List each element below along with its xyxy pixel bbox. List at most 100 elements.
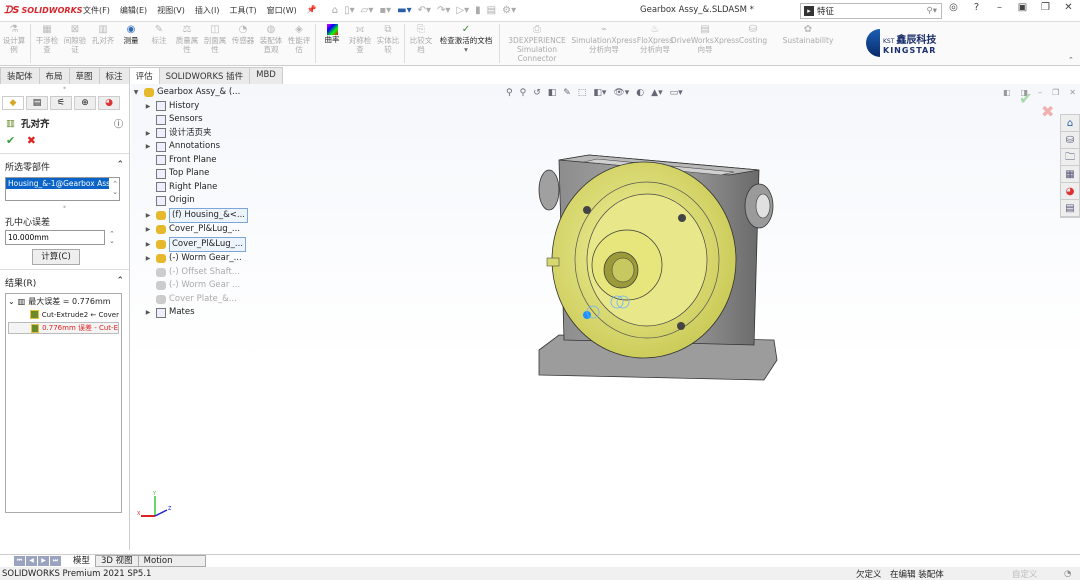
viewport-minimize-icon[interactable]: – [1038,88,1042,97]
tab-evaluate[interactable]: 评估 [128,67,160,84]
prev-tab-icon[interactable]: ◀ [26,556,37,566]
search-box[interactable]: ▸ 特征 ⚲▾ [800,3,942,19]
rebuild-icon[interactable]: ▮ [475,5,481,16]
result-item[interactable]: Cut-Extrude2 ← Cover [8,310,119,319]
tree-item[interactable]: ▶ History [131,100,248,114]
tab-addins[interactable]: SOLIDWORKS 插件 [158,67,251,84]
tree-item[interactable]: Origin [131,194,248,208]
results-header[interactable]: 结果(R) ⌃ [0,269,129,291]
3dx-simulation-button[interactable]: ⎙ 3DEXPERIENCE Simulation Connector [502,22,572,65]
redo-icon[interactable]: ↷▾ [437,5,450,16]
confirm-corner-cancel-icon[interactable]: ✖ [1041,102,1054,121]
display-style-icon[interactable]: ◧▾ [593,88,606,98]
last-tab-icon[interactable]: ⏭ [50,556,61,566]
compare-docs-button[interactable]: ⎘ 比较文档 [407,22,435,65]
gearbox-model[interactable] [529,150,789,390]
design-study-button[interactable]: ⚗ 设计算例 [0,22,28,65]
search-icon[interactable]: ⚲▾ [927,6,938,16]
view-settings-icon[interactable]: ▭▾ [670,88,683,98]
expand-arrow-icon[interactable]: ▼ [131,86,141,100]
rebuild-status-icon[interactable]: ◔ [1064,569,1071,579]
viewport-close-icon[interactable]: ✕ [1069,88,1076,97]
result-max-error[interactable]: ⌄ ▥ 最大误差 = 0.776mm [8,296,119,307]
expand-arrow-icon[interactable]: ▶ [143,252,153,266]
costing-button[interactable]: ⛁ Costing [736,22,770,65]
section-properties-button[interactable]: ◫ 剖面属性 [201,22,229,65]
search-input[interactable]: 特征 [817,5,834,17]
mass-properties-button[interactable]: ⚖ 质量属性 [173,22,201,65]
collapse-icon[interactable]: ⌃ [116,160,124,173]
tolerance-spinner[interactable]: ⌃ ⌄ [109,230,115,245]
calculate-button[interactable]: 计算(C) [32,249,80,265]
section-view-icon[interactable]: ◧ [548,88,557,98]
minimize-button[interactable]: – [988,2,1011,13]
list-scroll-arrows[interactable]: ⌃ ⌄ [112,180,118,196]
measure-button[interactable]: ◉ 测量 [117,22,145,65]
tree-item[interactable]: (-) Worm Gear ... [131,279,248,293]
floxpress-button[interactable]: ♨ FloXpress 分析向导 [636,22,674,65]
panel-splitter[interactable]: • [0,84,129,96]
tree-item[interactable]: Top Plane [131,167,248,181]
restore-button[interactable]: ❐ [1034,2,1057,13]
first-tab-icon[interactable]: ⏮ [14,556,25,566]
expand-arrow-icon[interactable]: ▶ [143,209,153,223]
tab-model[interactable]: 模型 [67,555,97,567]
appearances-icon[interactable]: ◕ [1061,183,1079,200]
open-icon[interactable]: ▱▾ [361,5,374,16]
expand-arrow-icon[interactable]: ▶ [143,223,153,237]
tree-item[interactable]: ▶ (-) Worm Gear_... [131,252,248,266]
tree-item[interactable]: ▶ Cover_Pl&Lug_... [131,223,248,237]
search-scope-icon[interactable]: ▸ [804,6,814,16]
simxpress-button[interactable]: ⌁ SimulationXpress 分析向导 [571,22,636,65]
check-doc-button[interactable]: ✓ 检查激活的文档 ▾ [435,22,497,65]
menu-edit[interactable]: 编辑(E) [115,5,152,16]
tree-item[interactable]: Front Plane [131,154,248,168]
expand-arrow-icon[interactable]: ▶ [143,306,153,320]
units-selector[interactable]: 自定义 [1012,568,1038,580]
tree-item[interactable]: ▶ Annotations [131,140,248,154]
file-explorer-icon[interactable]: 🗀 [1061,149,1079,166]
undo-icon[interactable]: ↶▾ [418,5,431,16]
previous-view-icon[interactable]: ↺ [533,88,541,98]
menu-tools[interactable]: 工具(T) [224,5,261,16]
markup-button[interactable]: ✎ 标注 [145,22,173,65]
print-icon[interactable]: ▬▾ [397,5,411,16]
tree-item[interactable]: ▼ Gearbox Assy_& (... [131,86,248,100]
interference-button[interactable]: ▦ 干涉检查 [33,22,61,65]
home-icon[interactable]: ⌂ [332,5,338,16]
view-orientation-icon[interactable]: ⬚ [578,88,587,98]
assembly-visualization-button[interactable]: ◍ 装配体直观 [257,22,285,65]
clearance-button[interactable]: ⊠ 间隙验证 [61,22,89,65]
expand-arrow-icon[interactable]: ▶ [143,140,153,154]
dynamic-annotation-icon[interactable]: ✎ [563,88,571,98]
collapse-icon[interactable]: ⌃ [116,276,124,289]
sustainability-button[interactable]: ✿ Sustainability [778,22,838,65]
ok-check-icon[interactable]: ✔ [6,134,15,147]
new-icon[interactable]: ▯▾ [344,5,355,16]
feature-manager-tab-icon[interactable]: ◆ [2,96,24,110]
expand-chevron-icon[interactable]: ⌄ [8,297,15,306]
scene-icon[interactable]: ▲▾ [651,88,662,98]
tree-item[interactable]: Cover Plate_&... [131,293,248,307]
tab-motion-study[interactable]: Motion Study 1 [137,555,206,577]
tab-3d-views[interactable]: 3D 视图 [95,555,139,567]
pin-icon[interactable]: 📌 [302,5,322,16]
result-item-error[interactable]: 0.776mm 误差 - Cut-E [8,322,119,334]
symmetry-button[interactable]: ⟗ 对称检查 [346,22,374,65]
viewport-tile-left-icon[interactable]: ◧ [1003,88,1011,97]
options-gear-icon[interactable]: ⚙▾ [502,5,516,16]
tree-item[interactable]: ▶ Cover_Pl&Lug_... [131,236,248,252]
custom-properties-icon[interactable]: ▤ [1061,200,1079,217]
display-manager-tab-icon[interactable]: ◕ [98,96,120,110]
view-palette-icon[interactable]: ▦ [1061,166,1079,183]
tree-item[interactable]: ▶ (f) Housing_&<... [131,207,248,223]
tree-item[interactable]: Right Plane [131,181,248,195]
tab-sketch[interactable]: 草图 [68,67,100,84]
save-icon[interactable]: ▪▾ [379,5,391,16]
zoom-fit-icon[interactable]: ⚲ [506,88,513,98]
config-manager-tab-icon[interactable]: ⚟ [50,96,72,110]
tree-item[interactable]: ▶ 设计活页夹 [131,127,248,141]
close-button[interactable]: ✕ [1057,2,1080,13]
sw-resources-icon[interactable]: ⌂ [1061,115,1079,132]
tab-markup[interactable]: 标注 [98,67,130,84]
